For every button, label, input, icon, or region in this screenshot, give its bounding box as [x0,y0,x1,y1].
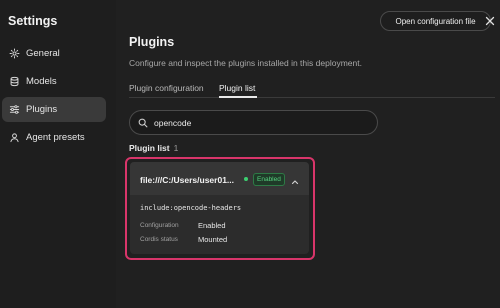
cordis-status-label: Cordis status [140,236,178,243]
sidebar-item-plugins[interactable]: Plugins [2,97,106,122]
sidebar-item-models[interactable]: Models [2,69,106,94]
configuration-value: Enabled [198,221,226,230]
chevron-up-icon[interactable] [290,174,300,185]
plugin-list-heading-label: Plugin list [129,143,170,153]
plugin-card-header[interactable]: file:///C:/Users/user01... Enabled [130,162,309,195]
search-input[interactable] [154,117,354,128]
sidebar-item-general[interactable]: General [2,41,106,66]
main-panel: Open configuration file Plugins Configur… [116,0,500,308]
sidebar-item-label: Plugins [26,104,58,115]
page-description: Configure and inspect the plugins instal… [129,58,362,68]
plugin-name: file:///C:/Users/user01... [140,175,235,185]
sidebar-title: Settings [8,14,58,28]
search-icon [138,118,148,127]
plugin-list-heading: Plugin list 1 [129,143,178,153]
sidebar-item-label: Agent presets [26,132,85,143]
close-icon [485,16,495,26]
cordis-status-value: Mounted [198,235,228,244]
status-dot-icon [244,177,248,181]
sidebar-item-label: General [26,48,60,59]
database-icon [9,76,20,87]
tabs-divider [129,97,495,98]
agent-icon [9,132,20,143]
tab-plugin-configuration[interactable]: Plugin configuration [129,83,204,93]
page-title: Plugins [129,35,175,49]
plugin-module-name: include:opencode-headers [140,204,242,212]
close-button[interactable] [483,11,497,31]
plugin-card: file:///C:/Users/user01... Enabled inclu… [130,162,309,254]
sliders-icon [9,104,20,115]
sidebar-item-label: Models [26,76,57,87]
tab-plugin-list[interactable]: Plugin list [219,83,255,93]
status-badge: Enabled [253,173,285,186]
open-configuration-file-button[interactable]: Open configuration file [380,11,491,31]
sidebar: Settings General Models Plugins Agent pr… [0,0,116,308]
gear-icon [9,48,20,59]
sidebar-item-agent-presets[interactable]: Agent presets [2,125,106,150]
search-box[interactable] [129,110,378,135]
active-tab-indicator [219,96,257,98]
plugin-count: 1 [173,143,179,153]
configuration-label: Configuration [140,222,179,229]
